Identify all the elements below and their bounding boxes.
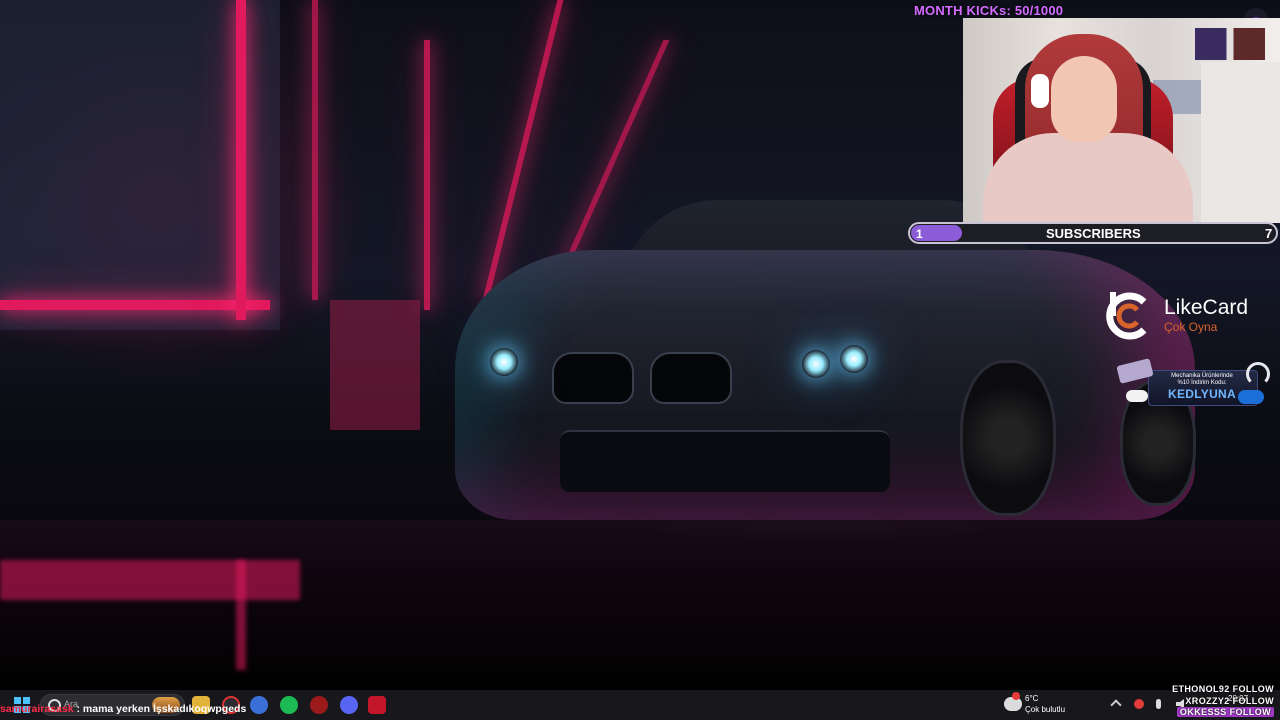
app-red-icon[interactable] <box>368 696 386 714</box>
promo-banner: Mechanika Ürünlerinde %10 İndirim Kodu: … <box>1116 358 1270 408</box>
month-kicks-counter: MONTH KICKs: 50/1000 <box>914 3 1064 18</box>
headlight <box>840 345 868 373</box>
neon-strip <box>0 300 270 310</box>
spotify-icon[interactable] <box>280 696 298 714</box>
tray-app-icon[interactable] <box>1134 699 1144 709</box>
follow-alert: ETHONOL92 FOLLOW <box>1172 684 1274 694</box>
sponsor-tagline: Çok Oyna <box>1164 320 1218 334</box>
discord-icon[interactable] <box>340 696 358 714</box>
car-wheel <box>960 360 1056 516</box>
car-grille <box>650 352 732 404</box>
neon-reflection <box>0 560 300 600</box>
neon-strip <box>236 0 246 320</box>
neon-strip <box>312 0 318 300</box>
promo-line-2: %10 İndirim Kodu: <box>1177 380 1227 386</box>
promo-code: KEDLYUNA <box>1168 387 1236 401</box>
chat-username: samurairasask <box>0 703 74 715</box>
webcam-feed <box>963 18 1280 223</box>
headlight <box>490 348 518 376</box>
weather-description: Çok bulutlu <box>1025 705 1066 714</box>
car-grille <box>552 352 634 404</box>
mouse-icon <box>1126 390 1148 402</box>
sponsor-brand: LikeCard <box>1164 296 1249 319</box>
wet-floor <box>0 520 1280 690</box>
car-bumper <box>560 430 890 492</box>
headlight <box>802 350 830 378</box>
opera-gx-icon[interactable] <box>310 696 328 714</box>
wall-posters <box>1195 28 1265 60</box>
subscriber-goal: 7 <box>1265 226 1273 241</box>
headphone <box>1031 74 1049 108</box>
chat-message: samurairasask : mama yerken İşskadıkoqwp… <box>0 703 246 715</box>
weather-alert-badge <box>1012 692 1020 700</box>
promo-line-1: Mechanika Ürünlerinde <box>1171 373 1233 379</box>
crate <box>330 300 420 430</box>
streamer-body <box>983 133 1193 223</box>
chat-text: : mama yerken İşskadıkoqwpgeds <box>76 703 247 715</box>
neon-reflection <box>236 560 246 670</box>
microphone-icon[interactable] <box>1156 699 1161 709</box>
follow-alert: XROZZY2 FOLLOW <box>1185 696 1274 706</box>
streamer-face <box>1051 56 1117 142</box>
follow-alert-highlight: OKKESSS FOLLOW <box>1176 707 1274 717</box>
subscriber-current: 1 <box>916 227 923 241</box>
room-door <box>1201 62 1280 223</box>
subscriber-label: SUBSCRIBERS <box>1046 226 1141 241</box>
neon-strip <box>424 40 430 310</box>
app-icon[interactable] <box>250 696 268 714</box>
weather-temperature: 6°C <box>1025 694 1039 703</box>
likecard-logo-icon <box>1106 292 1147 340</box>
